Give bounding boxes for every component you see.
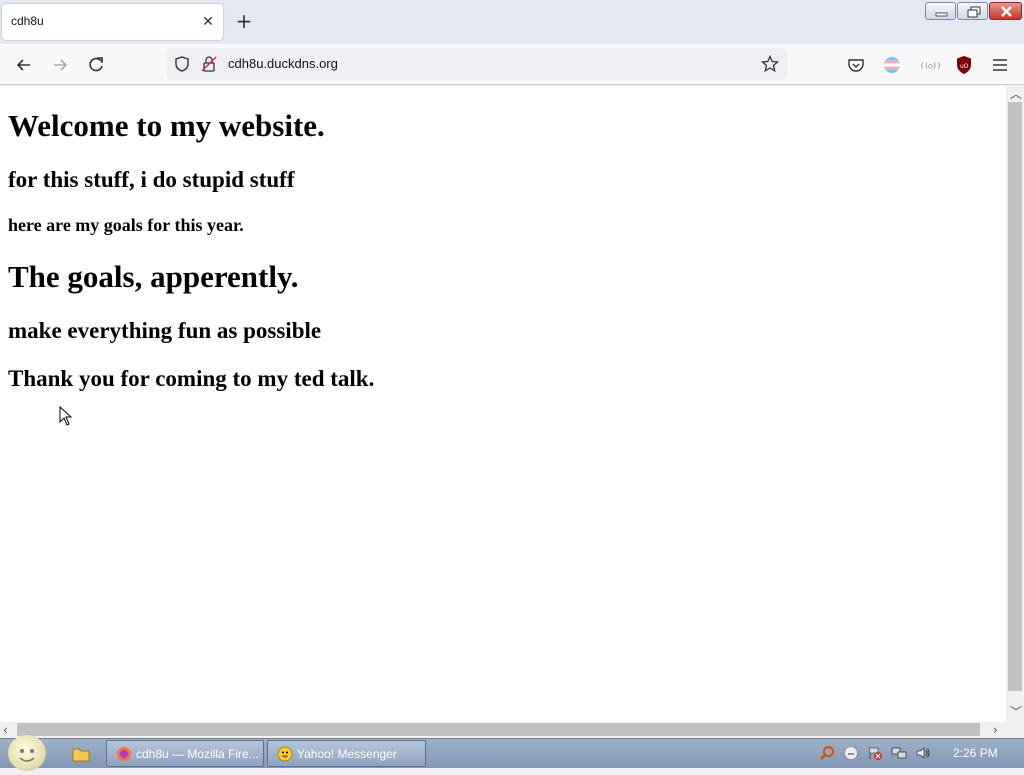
shield-icon[interactable] [173, 55, 191, 73]
scroll-down-icon[interactable]: ﹀ [1010, 706, 1022, 718]
lock-insecure-icon[interactable] [200, 55, 218, 73]
taskbar-task-yahoo[interactable]: Yahoo! Messenger [267, 740, 426, 767]
pocket-icon [848, 59, 864, 72]
heading-goals-intro: here are my goals for this year. [8, 215, 244, 235]
close-icon [1001, 6, 1012, 17]
mouse-cursor-icon [59, 406, 73, 426]
tab-active[interactable]: cdh8u ✕ [2, 4, 223, 40]
volume-icon[interactable] [915, 745, 931, 761]
close-window-button[interactable] [989, 2, 1022, 20]
heading-fun: make everything fun as possible [8, 318, 322, 343]
scroll-up-icon[interactable]: ︿ [1010, 88, 1022, 100]
start-button[interactable] [8, 735, 46, 771]
messenger-tray-icon[interactable] [843, 745, 859, 761]
firefox-icon [117, 747, 131, 761]
network-warning-icon[interactable] [867, 745, 883, 761]
heading-stuff: for this stuff, i do stupid stuff [8, 167, 295, 192]
horizontal-scrollbar[interactable]: ‹ › [0, 722, 1006, 738]
ublock-icon: uO [957, 56, 971, 74]
svg-text:((○)): ((○)) [920, 62, 940, 70]
back-button[interactable] [12, 53, 36, 77]
heading-ted-talk: Thank you for coming to my ted talk. [8, 366, 375, 391]
vertical-scroll-thumb[interactable] [1008, 102, 1022, 691]
restore-icon [967, 6, 981, 18]
menu-icon [993, 59, 1007, 71]
folder-icon[interactable] [71, 744, 91, 764]
horizontal-scroll-thumb[interactable] [17, 723, 980, 736]
reload-icon [89, 57, 103, 72]
minimize-icon [935, 12, 948, 17]
restore-button[interactable] [957, 2, 988, 20]
menu-button[interactable] [988, 53, 1012, 77]
heading-welcome: Welcome to my website. [8, 108, 325, 143]
url-text[interactable]: cdh8u.duckdns.org [228, 56, 338, 71]
flag-extension-button[interactable] [880, 53, 904, 77]
tab-close-icon[interactable]: ✕ [200, 14, 216, 30]
extension-icon: ((○)) [920, 62, 940, 70]
tab-title: cdh8u [11, 14, 44, 28]
flag-extension-icon [884, 57, 900, 73]
minimize-button[interactable] [925, 2, 956, 20]
extension-button[interactable]: ((○)) [916, 53, 940, 77]
taskbar-task-label: Yahoo! Messenger [297, 747, 397, 761]
forward-button[interactable] [48, 53, 72, 77]
url-bar[interactable]: cdh8u.duckdns.org [167, 48, 787, 80]
page-content: Welcome to my website. for this stuff, i… [0, 86, 1006, 722]
scrollbar-corner [1006, 722, 1024, 738]
star-icon[interactable] [761, 55, 779, 73]
taskbar: cdh8u — Mozilla Fire... Yahoo! Messenger… [0, 735, 1024, 771]
pocket-button[interactable] [844, 53, 868, 77]
tab-strip: cdh8u ✕ + [0, 0, 1024, 44]
reload-button[interactable] [84, 53, 108, 77]
heading-goals: The goals, apperently. [8, 259, 299, 294]
taskbar-task-label: cdh8u — Mozilla Fire... [136, 747, 259, 761]
nav-toolbar: cdh8u.duckdns.org ((○)) uO [0, 44, 1024, 85]
ublock-button[interactable]: uO [952, 53, 976, 77]
new-tab-button[interactable]: + [234, 11, 254, 32]
back-icon [16, 59, 30, 71]
vertical-scrollbar[interactable]: ︿ ﹀ [1006, 86, 1024, 722]
smiley-start-icon [19, 749, 35, 762]
forward-icon [54, 59, 68, 71]
network-icon[interactable] [891, 745, 907, 761]
taskbar-task-firefox[interactable]: cdh8u — Mozilla Fire... [106, 740, 264, 767]
svg-text:uO: uO [960, 63, 969, 70]
search-icon[interactable] [819, 745, 835, 761]
scroll-right-icon[interactable]: › [993, 724, 998, 736]
clock[interactable]: 2:26 PM [953, 746, 998, 760]
yahoo-messenger-icon [277, 746, 293, 762]
